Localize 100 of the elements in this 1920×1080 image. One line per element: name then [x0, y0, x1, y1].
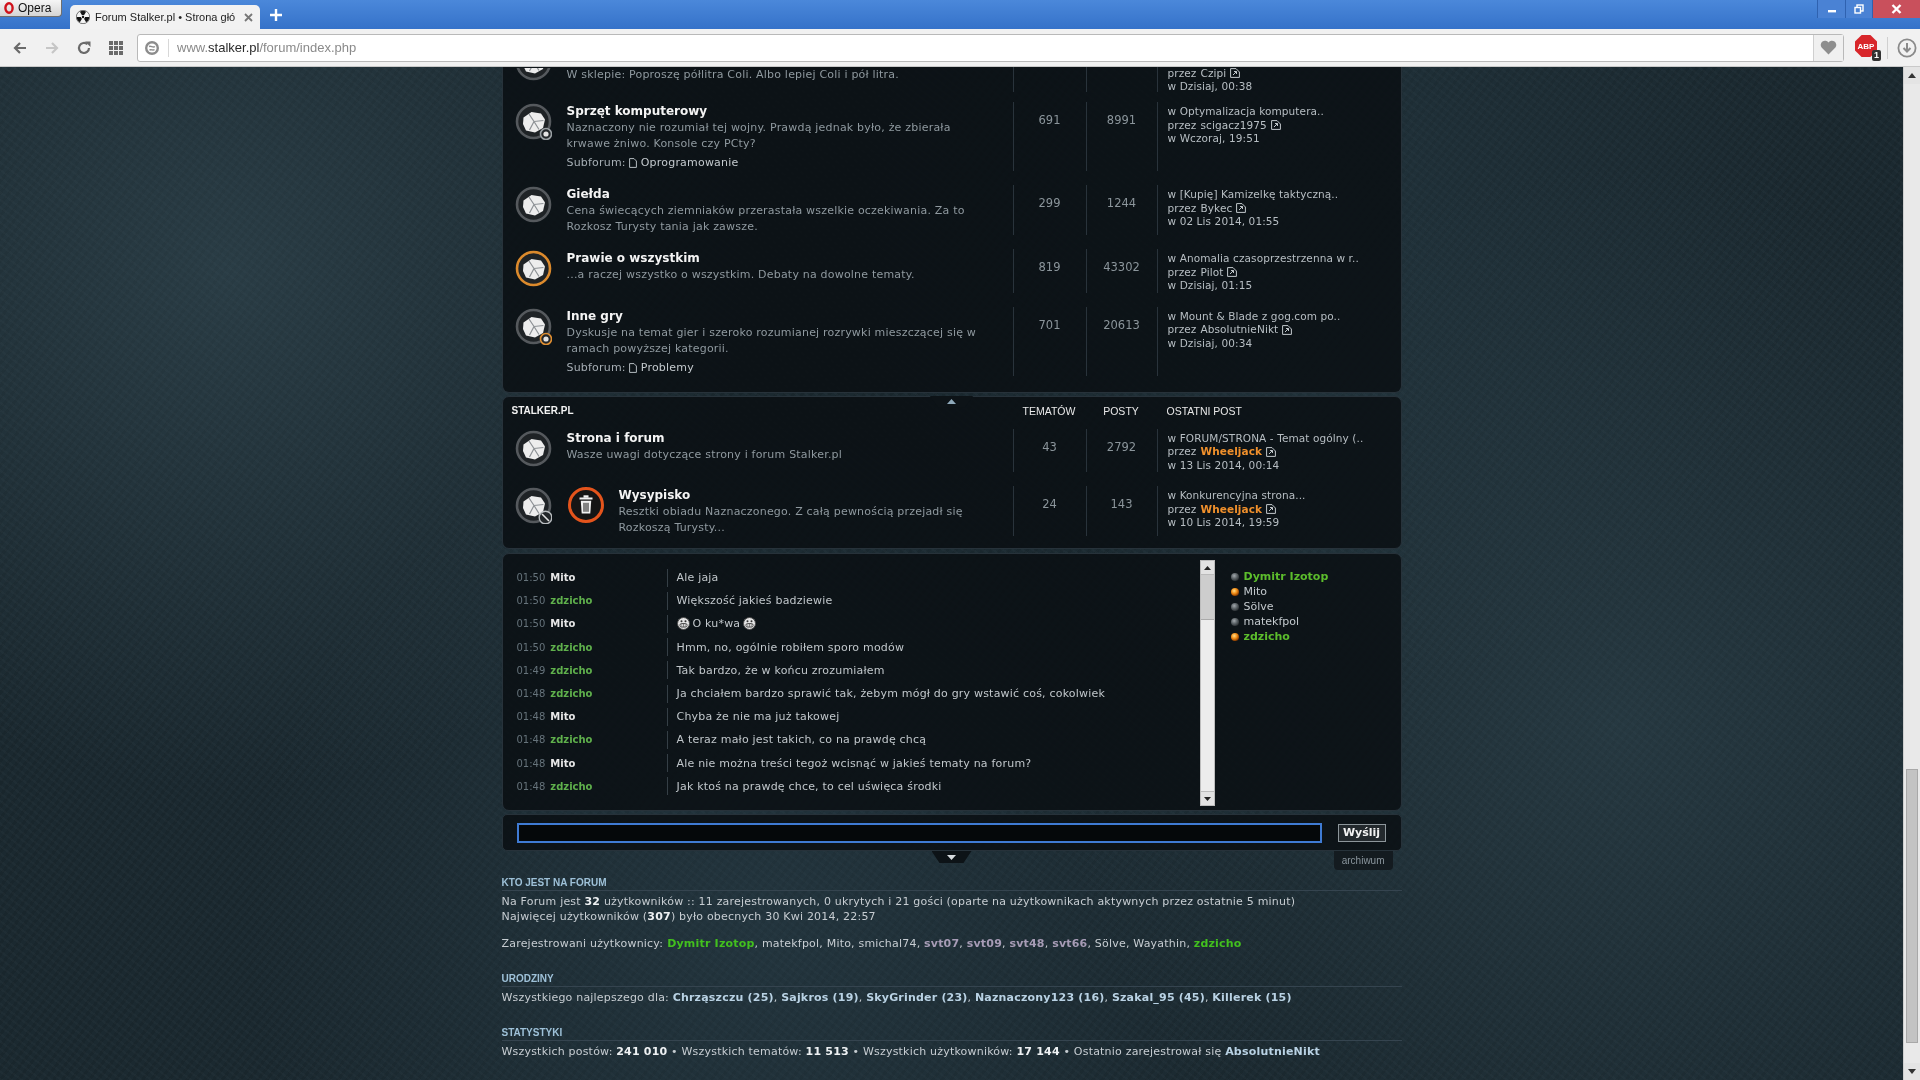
chat-username[interactable]: Mito [550, 711, 576, 723]
forum-title-link[interactable]: Inne gry [566, 306, 623, 325]
chat-username[interactable]: zdzicho [550, 688, 593, 700]
online-username[interactable]: Dymitr Izotop [1243, 570, 1329, 583]
message-text: O ku*wa [692, 617, 741, 631]
chat-username[interactable]: zdzicho [550, 595, 593, 607]
message-time: 01:50 [516, 572, 546, 584]
close-button[interactable] [1872, 0, 1920, 18]
download-button[interactable] [1897, 37, 1917, 58]
trash-icon [566, 486, 605, 524]
author-link[interactable]: Pilot [1200, 265, 1224, 279]
author-link[interactable]: Bykec [1200, 201, 1233, 215]
chat-username[interactable]: Mito [550, 618, 576, 630]
scrollbar-thumb[interactable] [1906, 769, 1918, 1043]
message-time: 01:48 [516, 780, 546, 792]
username-link[interactable]: zdzicho [1193, 937, 1242, 950]
chat-input[interactable] [516, 822, 1322, 843]
browser-tab[interactable]: Forum Stalker.pl • Strona głó [70, 5, 260, 29]
expand-button[interactable] [931, 851, 972, 863]
document-arrow-icon[interactable] [1266, 504, 1277, 515]
chat-username[interactable]: Mito [550, 572, 576, 584]
username-link[interactable]: svt48 [1009, 937, 1045, 950]
author-link[interactable]: AbsolutnieNikt [1200, 323, 1279, 337]
last-post-link[interactable]: w Mount & Blade z gog.com po.. [1167, 309, 1341, 323]
by-label: przez [1167, 323, 1197, 337]
send-button[interactable]: Wyślij [1337, 823, 1386, 842]
message-time: 01:48 [516, 711, 546, 723]
last-post-date: w Dzisiaj, 00:34 [1167, 336, 1253, 350]
chat-username[interactable]: Mito [550, 757, 576, 769]
document-arrow-icon[interactable] [1227, 267, 1238, 278]
radiation-icon [76, 10, 90, 24]
forum-title-link[interactable]: Wysypisko [618, 486, 691, 504]
username-link[interactable]: svt07 [924, 937, 960, 950]
bookmark-button[interactable] [1813, 34, 1843, 61]
category-title[interactable]: STALKER.PL [502, 405, 1013, 416]
forum-title-link[interactable]: Sprzęt komputerowy [566, 102, 708, 120]
caret-down-icon [1203, 796, 1211, 801]
last-post-date: w Wczoraj, 19:51 [1167, 132, 1260, 146]
last-post-link[interactable]: w Anomalia czasoprzestrzenna w r.. [1167, 252, 1359, 266]
scroll-down-button[interactable] [1904, 1063, 1920, 1080]
forum-description: W sklepie: Poproszę półlitra Coli. Albo lepiej Coli i pół litra. [566, 67, 899, 83]
column-header: OSTATNI POST [1165, 404, 1243, 417]
username-link[interactable]: matekfpol [761, 937, 820, 950]
grinning-face-icon [743, 617, 757, 631]
forum-title-link[interactable]: Strona i forum [566, 428, 665, 447]
last-post-link[interactable]: w [Kupię] Kamizelkę taktyczną.. [1167, 188, 1339, 202]
heart-icon [1820, 40, 1837, 55]
scroll-up-button[interactable] [1200, 561, 1214, 575]
author-link[interactable]: scigacz1975 [1200, 118, 1267, 132]
document-arrow-icon[interactable] [1282, 324, 1293, 335]
count-badge: 1 [1872, 49, 1881, 61]
author-link[interactable]: Wheeljack [1200, 502, 1263, 516]
birthday-text: Wszystkiego najlepszego dla: Chrząszczu (25), Sajkros (19), SkyGrinder (23), Naznaczony123 (16), Szakal_95 (45), Killerek (15) [501, 990, 1293, 1005]
menu-button[interactable]: Opera [0, 0, 62, 17]
plus-icon[interactable] [270, 9, 282, 21]
subforum-link[interactable]: Problemy [640, 359, 694, 376]
ring-logo-icon [4, 2, 14, 14]
scrollbar-track[interactable] [1199, 560, 1215, 806]
restore-button[interactable] [1845, 0, 1872, 18]
online-username[interactable]: Sölve [1243, 600, 1274, 613]
document-arrow-icon[interactable] [1236, 203, 1247, 214]
chat-username[interactable]: zdzicho [550, 780, 593, 792]
scroll-down-button[interactable] [1200, 791, 1214, 805]
username-link[interactable]: svt09 [966, 937, 1003, 950]
last-post-date: w 13 Lis 2014, 00:14 [1167, 458, 1280, 472]
chat-username[interactable]: zdzicho [550, 664, 593, 676]
topic-count: 701 [1038, 317, 1061, 332]
document-arrow-icon[interactable] [1230, 68, 1241, 79]
document-icon [628, 158, 637, 168]
author-link[interactable]: Czipi [1200, 67, 1227, 80]
close-icon[interactable] [244, 12, 253, 22]
last-post-link[interactable]: w FORUM/STRONA - Temat ogólny (.. [1167, 431, 1364, 445]
by-label: przez [1167, 445, 1197, 459]
scroll-up-button[interactable] [1904, 67, 1920, 84]
document-arrow-icon[interactable] [1266, 446, 1277, 457]
minimize-button[interactable] [1817, 0, 1845, 18]
forum-title-link[interactable]: Giełda [566, 185, 610, 203]
chat-username[interactable]: zdzicho [550, 641, 593, 653]
forum-description: Cena świecących ziemniaków przerastała wszelkie oczekiwania. Za to Rozkosz Turysty tania jak zawsze. [566, 203, 966, 235]
username-link[interactable]: Dymitr Izotop [667, 937, 755, 950]
archive-link[interactable]: archiwum [1333, 851, 1393, 870]
subforum-label: Subforum: [566, 359, 626, 376]
forum-title-link[interactable]: Prawie o wszystkim [566, 249, 700, 267]
statistics-text: Wszystkich postów: 241 010 • Wszystkich tematów: 11 513 • Wszystkich użytkowników: 17 144 • Ostatnio zarejestrował się AbsolutnieNikt [501, 1044, 1321, 1059]
author-link[interactable]: Wheeljack [1200, 445, 1263, 459]
caret-down-icon [1908, 1069, 1916, 1074]
globe-icon[interactable] [144, 39, 160, 56]
online-username[interactable]: Mito [1243, 585, 1268, 598]
last-post-link[interactable]: w Konkurencyjna strona... [1167, 489, 1306, 503]
online-username[interactable]: zdzicho [1243, 630, 1290, 643]
subforum-link[interactable]: Oprogramowanie [640, 155, 739, 171]
username-link[interactable]: Sölve [1094, 937, 1126, 950]
online-username[interactable]: matekfpol [1243, 615, 1300, 628]
close-icon [1891, 4, 1902, 14]
chat-username[interactable]: zdzicho [550, 734, 593, 746]
address-bar[interactable]: www.stalker.pl/forum/index.php [137, 33, 1844, 62]
username-link[interactable]: smichal74 [858, 937, 917, 950]
document-arrow-icon[interactable] [1270, 120, 1281, 131]
scrollbar-thumb[interactable] [1200, 575, 1214, 620]
last-post-link[interactable]: w Optymalizacja komputera.. [1167, 105, 1324, 119]
